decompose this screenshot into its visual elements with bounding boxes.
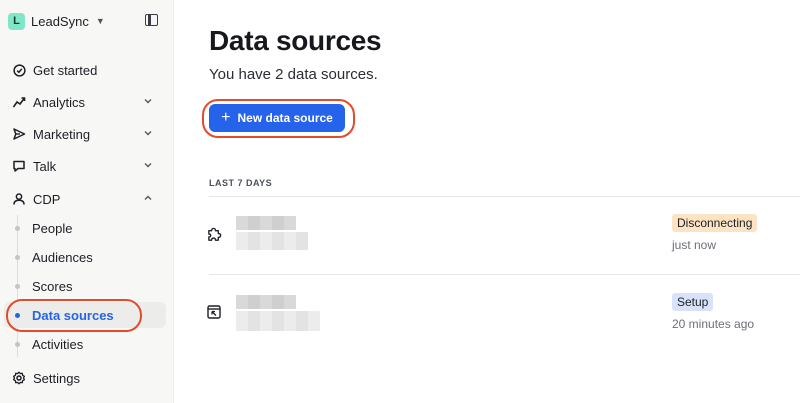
sidebar-item-scores[interactable]: Scores bbox=[4, 273, 166, 299]
status-badge: Setup bbox=[672, 293, 714, 311]
sidebar-item-settings[interactable]: Settings bbox=[4, 365, 166, 391]
sidebar-item-label: CDP bbox=[33, 191, 61, 207]
sidebar-item-cdp[interactable]: CDP bbox=[4, 186, 166, 212]
chevron-down-icon bbox=[142, 127, 154, 139]
trend-icon bbox=[11, 94, 27, 110]
workspace-logo: L bbox=[8, 12, 25, 30]
sidebar-item-label: Talk bbox=[33, 158, 57, 174]
sidebar-item-talk[interactable]: Talk bbox=[4, 153, 166, 179]
divider bbox=[209, 274, 800, 275]
section-label: LAST 7 DAYS bbox=[209, 178, 273, 188]
sidebar-item-activities[interactable]: Activities bbox=[4, 331, 166, 357]
timestamp: 20 minutes ago bbox=[672, 317, 755, 331]
chevron-down-icon: ▼ bbox=[95, 16, 105, 26]
sidebar-item-label: Marketing bbox=[33, 126, 91, 142]
redacted-name bbox=[236, 216, 296, 230]
sidebar-item-analytics[interactable]: Analytics bbox=[4, 89, 166, 115]
chat-bubble-icon bbox=[11, 158, 27, 174]
page-title: Data sources bbox=[209, 25, 382, 56]
timestamp: just now bbox=[672, 238, 717, 252]
highlight-annotation bbox=[202, 99, 355, 138]
redacted-detail bbox=[236, 311, 320, 331]
redacted-detail bbox=[236, 232, 308, 250]
chevron-up-icon bbox=[142, 192, 154, 204]
chevron-down-icon bbox=[142, 159, 154, 171]
page-subtitle: You have 2 data sources. bbox=[209, 66, 378, 83]
sidebar-item-label: People bbox=[32, 220, 73, 236]
user-icon bbox=[11, 191, 27, 207]
sidebar-item-audiences[interactable]: Audiences bbox=[4, 244, 166, 270]
send-icon bbox=[11, 126, 27, 142]
chevron-down-icon bbox=[142, 95, 154, 107]
sidebar-item-marketing[interactable]: Marketing bbox=[4, 121, 166, 147]
status-badge: Disconnecting bbox=[672, 214, 758, 232]
divider bbox=[209, 196, 800, 197]
sidebar-item-label: Audiences bbox=[32, 249, 93, 265]
workspace-name: LeadSync bbox=[31, 13, 89, 29]
sidebar-item-label: Analytics bbox=[33, 94, 86, 110]
check-circle-icon bbox=[11, 62, 27, 78]
redacted-name bbox=[236, 295, 296, 309]
sidebar-item-people[interactable]: People bbox=[4, 215, 166, 241]
sidebar-item-label: Get started bbox=[33, 62, 98, 78]
workspace-switcher[interactable]: L LeadSync ▼ bbox=[8, 10, 105, 32]
box-arrow-icon bbox=[205, 303, 223, 321]
gear-icon bbox=[11, 370, 27, 386]
puzzle-icon bbox=[205, 225, 223, 243]
sidebar-item-label: Scores bbox=[32, 278, 73, 294]
sidebar-toggle-icon[interactable] bbox=[145, 14, 158, 26]
sidebar-item-label: Activities bbox=[32, 336, 84, 352]
sidebar: L LeadSync ▼ Get started Analytics Marke… bbox=[0, 0, 174, 403]
sidebar-item-get-started[interactable]: Get started bbox=[4, 57, 166, 83]
sidebar-item-label: Settings bbox=[33, 370, 80, 386]
highlight-annotation bbox=[6, 299, 142, 332]
